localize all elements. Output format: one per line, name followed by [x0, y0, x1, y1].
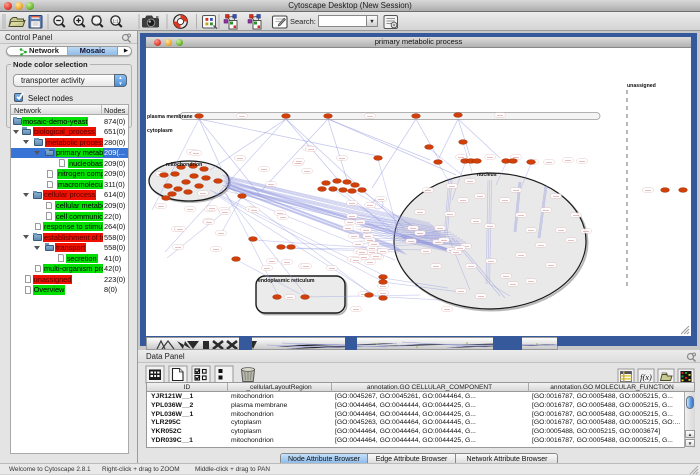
svg-text:endoplasmic reticulum: endoplasmic reticulum — [258, 278, 315, 284]
svg-text:plasma membrane: plasma membrane — [147, 114, 193, 120]
svg-text:cytoplasm: cytoplasm — [147, 128, 173, 134]
svg-text:nucleus: nucleus — [477, 172, 497, 178]
svg-text:f(x): f(x) — [640, 372, 652, 382]
svg-text:mitochondrion: mitochondrion — [166, 162, 202, 168]
svg-text:1:1: 1:1 — [113, 18, 119, 23]
svg-text:unassigned: unassigned — [627, 83, 656, 89]
